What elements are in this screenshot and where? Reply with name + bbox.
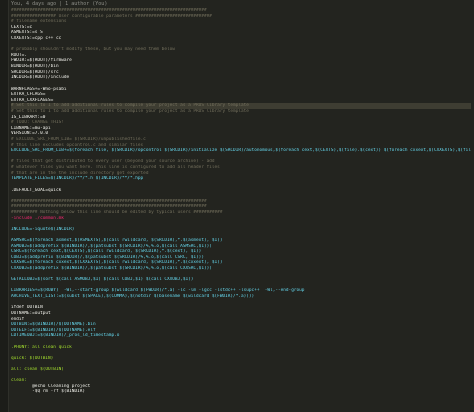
git-blame-annotation: You, 4 days ago | 1 author (You) <box>11 1 108 7</box>
code-editor[interactable]: You, 4 days ago | 1 author (You) #######… <box>0 0 474 412</box>
code-area[interactable]: ########################################… <box>11 8 471 395</box>
editor-gutter <box>0 0 9 412</box>
code-line[interactable]: EXCLUDE_SRC_FROM_LIB+=$(foreach file, $(… <box>11 148 471 154</box>
code-line[interactable]: -$Q rm -rf $(BINDIR) <box>11 389 471 395</box>
